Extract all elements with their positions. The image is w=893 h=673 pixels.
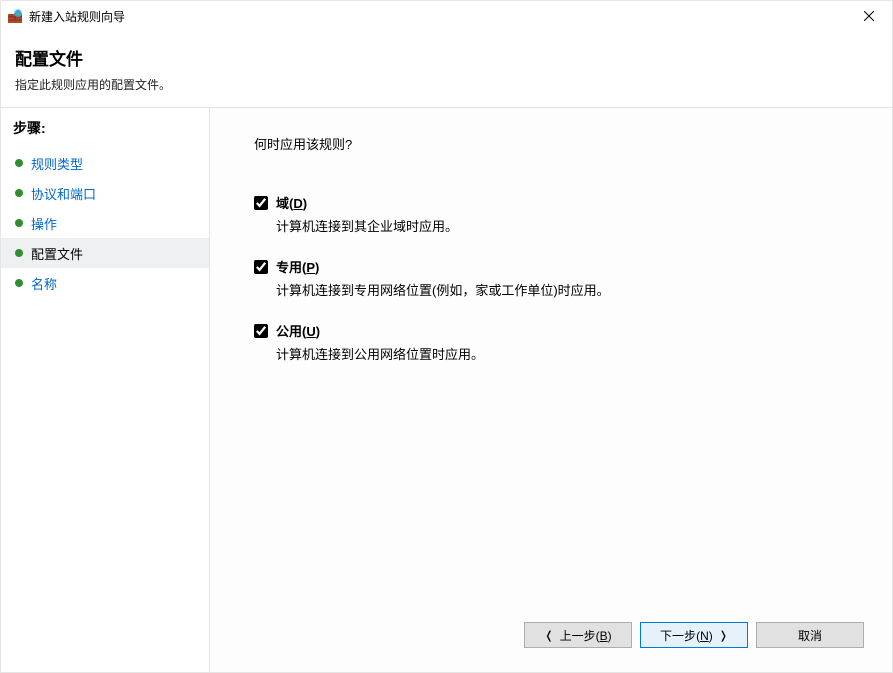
close-button[interactable] bbox=[846, 1, 892, 31]
option-description: 计算机连接到其企业域时应用。 bbox=[276, 216, 868, 235]
step-item: 配置文件 bbox=[1, 238, 209, 268]
step-link[interactable]: 规则类型 bbox=[31, 154, 83, 173]
content-question: 何时应用该规则? bbox=[254, 134, 868, 153]
profile-option: 专用(P) 计算机连接到专用网络位置(例如，家或工作单位)时应用。 bbox=[254, 257, 868, 299]
options-list: 域(D) 计算机连接到其企业域时应用。专用(P) 计算机连接到专用网络位置(例如，家… bbox=[254, 193, 868, 385]
profile-option: 公用(U) 计算机连接到公用网络位置时应用。 bbox=[254, 321, 868, 363]
wizard-footer: ❬ 上一步(B) 下一步(N) ❭ 取消 bbox=[254, 612, 868, 660]
step-link[interactable]: 名称 bbox=[31, 274, 57, 293]
step-link[interactable]: 协议和端口 bbox=[31, 184, 96, 203]
option-description: 计算机连接到公用网络位置时应用。 bbox=[276, 344, 868, 363]
page-title: 配置文件 bbox=[15, 45, 878, 70]
option-label: 专用(P) bbox=[276, 257, 319, 276]
bullet-icon bbox=[15, 279, 23, 287]
steps-list: 规则类型协议和端口操作配置文件名称 bbox=[13, 148, 209, 298]
step-link[interactable]: 操作 bbox=[31, 214, 57, 233]
cancel-button-label: 取消 bbox=[798, 627, 822, 644]
steps-heading: 步骤: bbox=[13, 118, 209, 138]
step-item[interactable]: 规则类型 bbox=[13, 148, 209, 178]
chevron-right-icon: ❭ bbox=[719, 629, 728, 642]
wizard-body: 步骤: 规则类型协议和端口操作配置文件名称 何时应用该规则? 域(D) 计算机连接… bbox=[1, 108, 892, 672]
back-button-label: 上一步(B) bbox=[560, 627, 612, 644]
next-button[interactable]: 下一步(N) ❭ bbox=[640, 622, 748, 648]
bullet-icon bbox=[15, 189, 23, 197]
chevron-left-icon: ❬ bbox=[544, 629, 553, 642]
bullet-icon bbox=[15, 249, 23, 257]
option-row[interactable]: 公用(U) bbox=[254, 321, 868, 340]
step-item[interactable]: 名称 bbox=[13, 268, 209, 298]
cancel-button[interactable]: 取消 bbox=[756, 622, 864, 648]
step-item[interactable]: 协议和端口 bbox=[13, 178, 209, 208]
option-label: 公用(U) bbox=[276, 321, 320, 340]
option-checkbox[interactable] bbox=[254, 196, 268, 210]
wizard-header: 配置文件 指定此规则应用的配置文件。 bbox=[1, 31, 892, 103]
option-description: 计算机连接到专用网络位置(例如，家或工作单位)时应用。 bbox=[276, 280, 868, 299]
option-label: 域(D) bbox=[276, 193, 307, 212]
close-icon bbox=[864, 11, 874, 21]
profile-option: 域(D) 计算机连接到其企业域时应用。 bbox=[254, 193, 868, 235]
option-checkbox[interactable] bbox=[254, 324, 268, 338]
back-button[interactable]: ❬ 上一步(B) bbox=[524, 622, 632, 648]
page-subtitle: 指定此规则应用的配置文件。 bbox=[15, 76, 878, 93]
titlebar: 新建入站规则向导 bbox=[1, 1, 892, 31]
bullet-icon bbox=[15, 159, 23, 167]
firewall-icon bbox=[7, 8, 23, 24]
option-row[interactable]: 专用(P) bbox=[254, 257, 868, 276]
step-item[interactable]: 操作 bbox=[13, 208, 209, 238]
option-row[interactable]: 域(D) bbox=[254, 193, 868, 212]
bullet-icon bbox=[15, 219, 23, 227]
wizard-window: 新建入站规则向导 配置文件 指定此规则应用的配置文件。 步骤: 规则类型协议和端… bbox=[0, 0, 893, 673]
steps-sidebar: 步骤: 规则类型协议和端口操作配置文件名称 bbox=[1, 108, 209, 672]
wizard-content: 何时应用该规则? 域(D) 计算机连接到其企业域时应用。专用(P) 计算机连接到专用… bbox=[209, 108, 892, 672]
step-label: 配置文件 bbox=[31, 244, 83, 263]
next-button-label: 下一步(N) bbox=[660, 627, 713, 644]
window-title: 新建入站规则向导 bbox=[29, 8, 125, 25]
option-checkbox[interactable] bbox=[254, 260, 268, 274]
